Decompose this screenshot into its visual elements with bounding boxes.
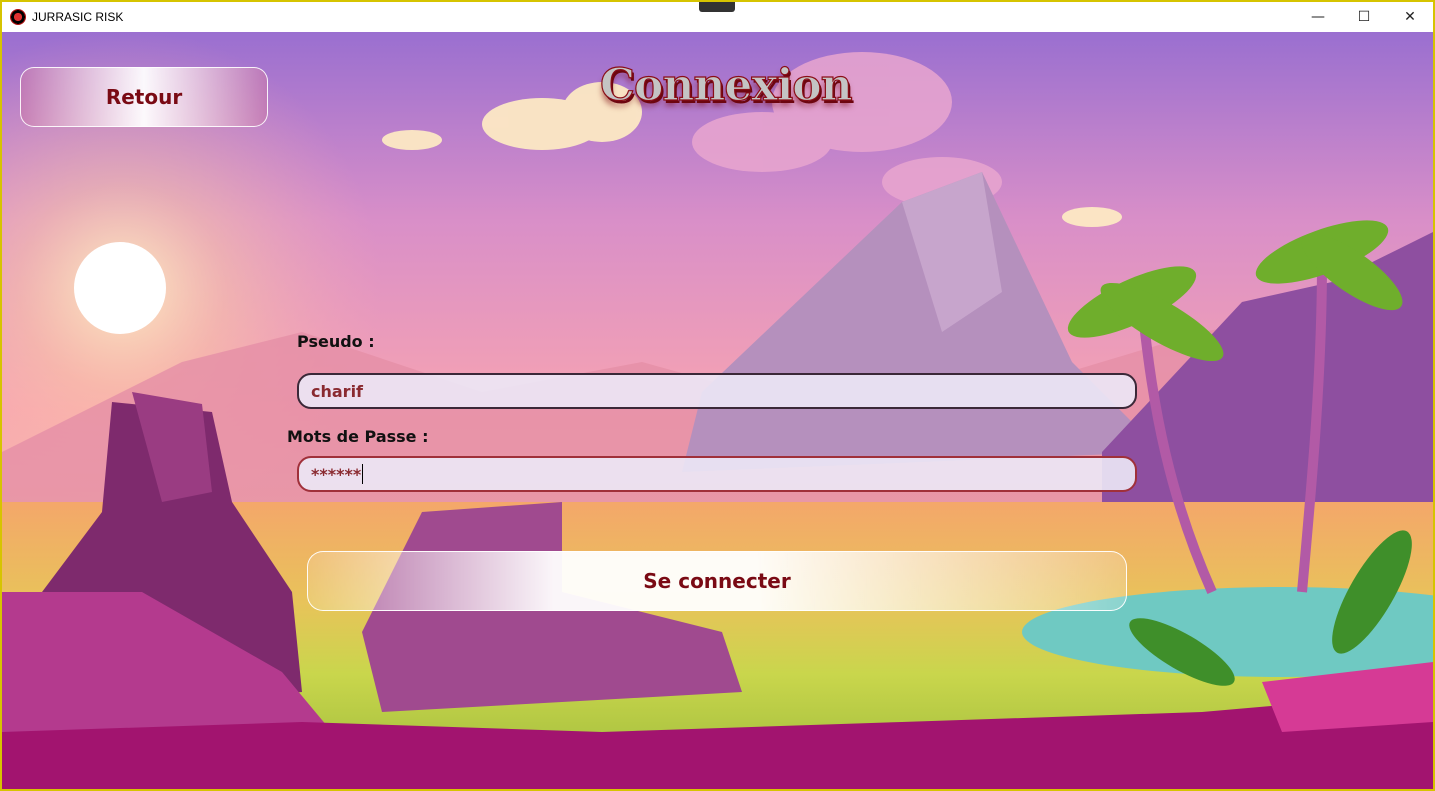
pseudo-input[interactable]: charif [297,373,1137,409]
password-label: Mots de Passe : [287,427,429,446]
pseudo-label: Pseudo : [297,332,375,351]
app-logo-icon [10,9,26,25]
resize-grip[interactable] [699,2,735,12]
app-window: JURRASIC RISK — ☐ ✕ Retour Connexion Pse… [0,0,1435,791]
login-scene: Retour Connexion Pseudo : charif Mots de… [2,32,1433,789]
page-title-text: Connexion [599,59,853,111]
maximize-button[interactable]: ☐ [1341,2,1387,32]
close-button[interactable]: ✕ [1387,2,1433,32]
window-title: JURRASIC RISK [32,10,124,24]
password-input[interactable]: ****** [297,456,1137,492]
minimize-button[interactable]: — [1295,2,1341,32]
back-button[interactable]: Retour [20,67,268,127]
pseudo-input-value: charif [311,381,364,401]
password-input-value: ****** [311,464,362,484]
text-caret [362,464,364,484]
page-title: Connexion [599,52,853,132]
window-controls: — ☐ ✕ [1295,2,1433,32]
login-button[interactable]: Se connecter [307,551,1127,611]
prehistoric-landscape-background [2,32,1433,789]
